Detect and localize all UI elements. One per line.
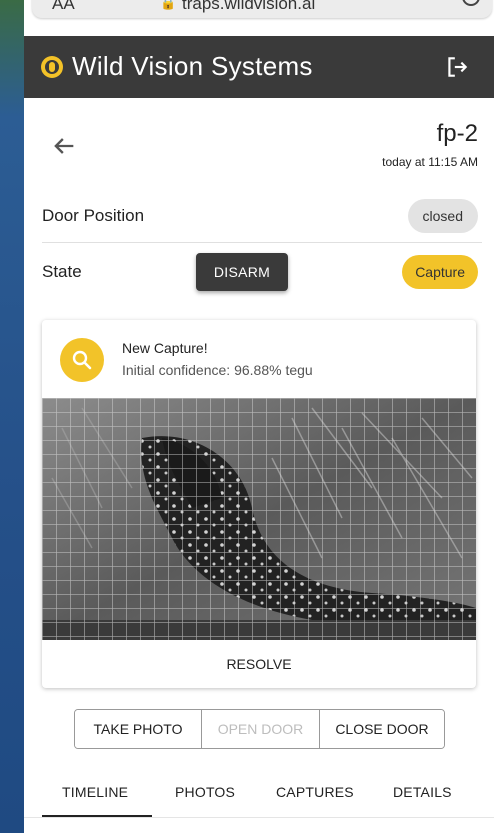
browser-url[interactable]: traps.wildvision.ai bbox=[182, 0, 315, 14]
app-title: Wild Vision Systems bbox=[72, 51, 313, 81]
resolve-button[interactable]: RESOLVE bbox=[42, 640, 476, 688]
state-label: State bbox=[42, 262, 82, 281]
door-status-chip: closed bbox=[407, 199, 478, 233]
device-name: fp-2 bbox=[436, 120, 478, 147]
reload-icon[interactable] bbox=[462, 0, 480, 6]
tab-timeline[interactable]: TIMELINE bbox=[62, 784, 128, 800]
open-door-button: OPEN DOOR bbox=[202, 710, 320, 748]
search-icon bbox=[72, 350, 92, 370]
tabs-divider bbox=[24, 817, 494, 818]
app-header: Wild Vision Systems bbox=[24, 36, 494, 98]
browser-address-bar[interactable]: AA 🔒 traps.wildvision.ai bbox=[32, 0, 492, 18]
close-door-button[interactable]: CLOSE DOOR bbox=[320, 710, 444, 748]
take-photo-button[interactable]: TAKE PHOTO bbox=[75, 710, 202, 748]
shield-logo-icon bbox=[41, 56, 63, 78]
disarm-button[interactable]: DISARM bbox=[196, 253, 288, 291]
capture-card: New Capture! Initial confidence: 96.88% … bbox=[42, 320, 476, 688]
capture-photo[interactable] bbox=[42, 398, 476, 640]
reader-mode-button[interactable]: AA bbox=[52, 0, 75, 14]
tab-details[interactable]: DETAILS bbox=[393, 784, 452, 800]
capture-avatar bbox=[60, 338, 104, 382]
back-arrow-icon[interactable] bbox=[50, 132, 78, 160]
capture-confidence: Initial confidence: 96.88% tegu bbox=[122, 362, 313, 378]
device-updated-time: today at 11:15 AM bbox=[382, 155, 478, 169]
row-divider bbox=[42, 242, 482, 243]
background-left-edge bbox=[0, 0, 24, 833]
state-status-chip: Capture bbox=[402, 255, 478, 289]
trap-controls-group: TAKE PHOTO OPEN DOOR CLOSE DOOR bbox=[74, 709, 445, 749]
tab-captures[interactable]: CAPTURES bbox=[276, 784, 354, 800]
capture-title: New Capture! bbox=[122, 340, 208, 356]
phone-screen: AA 🔒 traps.wildvision.ai Wild Vision Sys… bbox=[24, 0, 494, 833]
logout-icon[interactable] bbox=[444, 54, 470, 80]
lock-icon: 🔒 bbox=[160, 0, 177, 10]
door-position-label: Door Position bbox=[42, 206, 145, 225]
tab-photos[interactable]: PHOTOS bbox=[175, 784, 235, 800]
